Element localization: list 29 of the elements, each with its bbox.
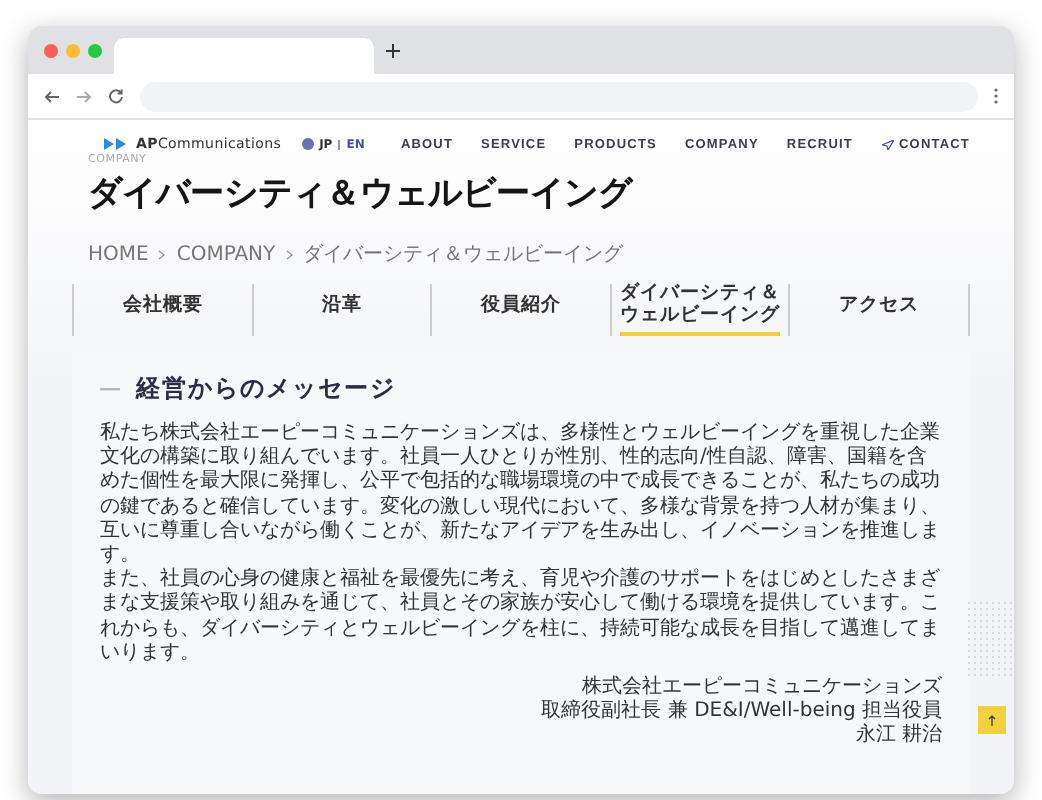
section-tab[interactable]: アクセス bbox=[839, 295, 920, 325]
close-window-button[interactable] bbox=[44, 43, 58, 57]
back-icon[interactable] bbox=[44, 89, 60, 103]
minimize-window-button[interactable] bbox=[66, 43, 80, 57]
breadcrumb-item: ダイバーシティ＆ウェルビーイング bbox=[303, 242, 624, 268]
message-paragraph: 私たち株式会社エーピーコミュニケーションズは、多様性とウェルビーイングを重視した企業文化の構築に取り組んでいます。社員一人ひとりが性別、性的志向/性自認、障害、国籍を含めた個性を最大限に発揮し、公平で包括的な職場環境の中で成長できることが、私たちの成功の鍵であると確信しています。変化の激しい現代において、多様な背景を持つ人材が集まり、互いに尊重し合いながら働くことが、新たなアイデアを生み出し、イノベーションを推進します。 bbox=[100, 422, 942, 567]
scroll-to-top-button[interactable] bbox=[978, 706, 1006, 734]
message-paragraph: また、社員の心身の健康と福祉を最優先に考え、育児や介護のサポートをはじめとしたさまざまな支援策や取り組みを通じて、社員とその家族が安心して働ける環境を提供しています。これからも、ダイバーシティとウェルビーイングを柱に、持続可能な成長を目指して邁進してまいります。 bbox=[100, 568, 942, 666]
section-heading: 経営からのメッセージ bbox=[136, 372, 396, 406]
heading-dash-icon bbox=[100, 387, 120, 391]
arrow-up-icon bbox=[988, 714, 996, 726]
section-tab[interactable]: 沿革 bbox=[321, 295, 362, 325]
section-tab[interactable]: 会社概要 bbox=[122, 295, 203, 325]
paper-plane-icon bbox=[881, 139, 893, 149]
breadcrumb-item[interactable]: HOME bbox=[88, 243, 149, 265]
chevron-icon bbox=[158, 249, 167, 259]
section-tab[interactable]: 役員紹介 bbox=[480, 295, 561, 325]
section-tab[interactable]: ダイバーシティ＆ウェルビーイング bbox=[620, 284, 781, 336]
signature-line: 株式会社エーピーコミュニケーションズ bbox=[582, 675, 942, 699]
new-tab-icon[interactable] bbox=[386, 43, 400, 57]
reload-icon[interactable] bbox=[108, 88, 124, 104]
maximize-window-button[interactable] bbox=[88, 43, 102, 57]
logo-icon bbox=[104, 138, 128, 150]
breadcrumb-item[interactable]: COMPANY bbox=[176, 243, 276, 265]
signature-line: 永江 耕治 bbox=[855, 724, 942, 749]
signature-line: 取締役副社長 兼 DE&I/Well-being 担当役員 bbox=[541, 700, 942, 723]
chevron-icon bbox=[285, 249, 294, 259]
page-title: ダイバーシティ＆ウェルビーイング bbox=[88, 172, 636, 216]
forward-icon[interactable] bbox=[76, 89, 92, 103]
